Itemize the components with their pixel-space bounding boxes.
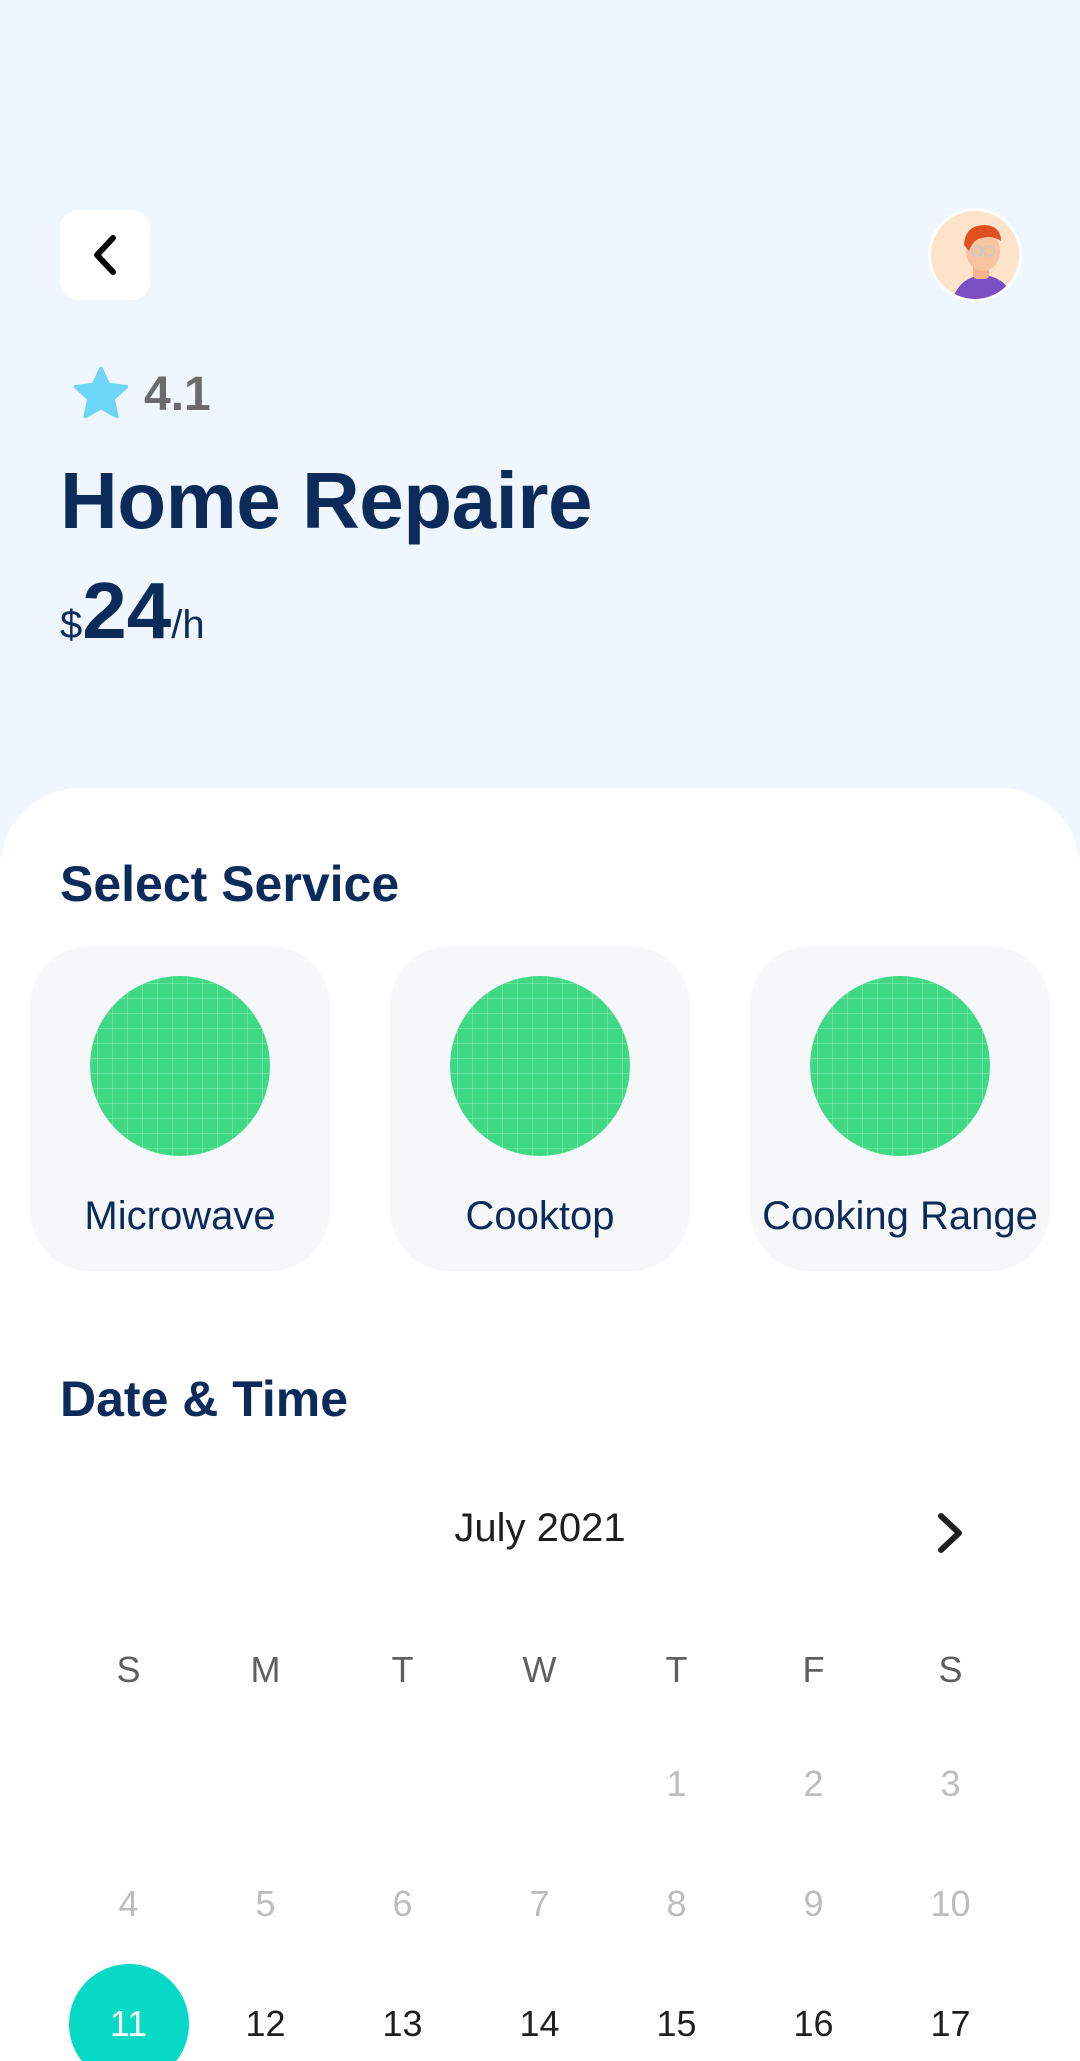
- service-image: [450, 976, 630, 1156]
- calendar-day-disabled: 8: [666, 1883, 687, 1924]
- weekday-label: F: [802, 1649, 825, 1690]
- price-amount: 24: [82, 566, 172, 655]
- price: $ 24 /h: [60, 565, 205, 657]
- star-icon: [73, 366, 129, 419]
- calendar-day[interactable]: 13: [334, 1964, 471, 2061]
- calendar-month-label: July 2021: [454, 1506, 626, 1550]
- calendar-week-row: 1 2 3: [60, 1724, 1020, 1844]
- service-image: [810, 976, 990, 1156]
- weekday-label: T: [391, 1649, 414, 1690]
- next-month-button[interactable]: [925, 1505, 975, 1561]
- chevron-right-icon: [938, 1513, 962, 1553]
- calendar-day-disabled: 1: [666, 1763, 687, 1804]
- weekday-label: T: [665, 1649, 688, 1690]
- service-label: Cooking Range: [762, 1194, 1038, 1238]
- weekday-label: S: [938, 1649, 963, 1690]
- service-label: Cooktop: [465, 1194, 615, 1238]
- calendar-day-disabled: 5: [255, 1883, 276, 1924]
- calendar-empty-cell: [471, 1724, 608, 1844]
- calendar-day[interactable]: 17: [882, 1964, 1019, 2061]
- weekday-label: W: [522, 1649, 557, 1690]
- calendar-week-row: 4 5 6 7 8 9 10: [60, 1844, 1020, 1964]
- service-card-cooking-range[interactable]: Cooking Range: [750, 946, 1050, 1271]
- select-service-title: Select Service: [60, 856, 400, 912]
- chevron-left-icon: [94, 235, 116, 275]
- calendar-empty-cell: [197, 1724, 334, 1844]
- date-time-title: Date & Time: [60, 1371, 349, 1427]
- price-unit: /h: [171, 603, 205, 647]
- calendar-day[interactable]: 14: [471, 1964, 608, 2061]
- calendar-day[interactable]: 15: [608, 1964, 745, 2061]
- calendar-day[interactable]: 12: [197, 1964, 334, 2061]
- calendar-day-disabled: 2: [803, 1763, 824, 1804]
- service-label: Microwave: [84, 1194, 276, 1238]
- weekday-label: S: [116, 1649, 141, 1690]
- calendar-day[interactable]: 16: [745, 1964, 882, 2061]
- service-card-cooktop[interactable]: Cooktop: [390, 946, 690, 1271]
- calendar-weekday-row: S M T W T F S: [60, 1610, 1020, 1730]
- calendar-day-disabled: 4: [118, 1883, 139, 1924]
- page-title: Home Repaire: [60, 456, 592, 545]
- calendar-day-disabled: 6: [392, 1883, 413, 1924]
- service-card-microwave[interactable]: Microwave: [30, 946, 330, 1271]
- calendar-empty-cell: [334, 1724, 471, 1844]
- calendar-empty-cell: [60, 1724, 197, 1844]
- rating-value: 4.1: [144, 367, 211, 421]
- calendar-day-disabled: 3: [940, 1763, 961, 1804]
- weekday-label: M: [250, 1649, 281, 1690]
- calendar-day-selected[interactable]: 11: [60, 1964, 197, 2061]
- calendar-day-disabled: 10: [930, 1883, 971, 1924]
- avatar[interactable]: [928, 208, 1022, 302]
- avatar-illustration: [931, 211, 1019, 299]
- service-image: [90, 976, 270, 1156]
- rating: 4.1: [72, 366, 211, 422]
- calendar-day-disabled: 7: [529, 1883, 550, 1924]
- price-currency: $: [60, 603, 83, 647]
- back-button[interactable]: [60, 210, 150, 300]
- calendar-day-disabled: 9: [803, 1883, 824, 1924]
- calendar-week-row: 11 12 13 14 15 16 17: [60, 1964, 1020, 2061]
- selected-day-label: 11: [68, 1964, 189, 2061]
